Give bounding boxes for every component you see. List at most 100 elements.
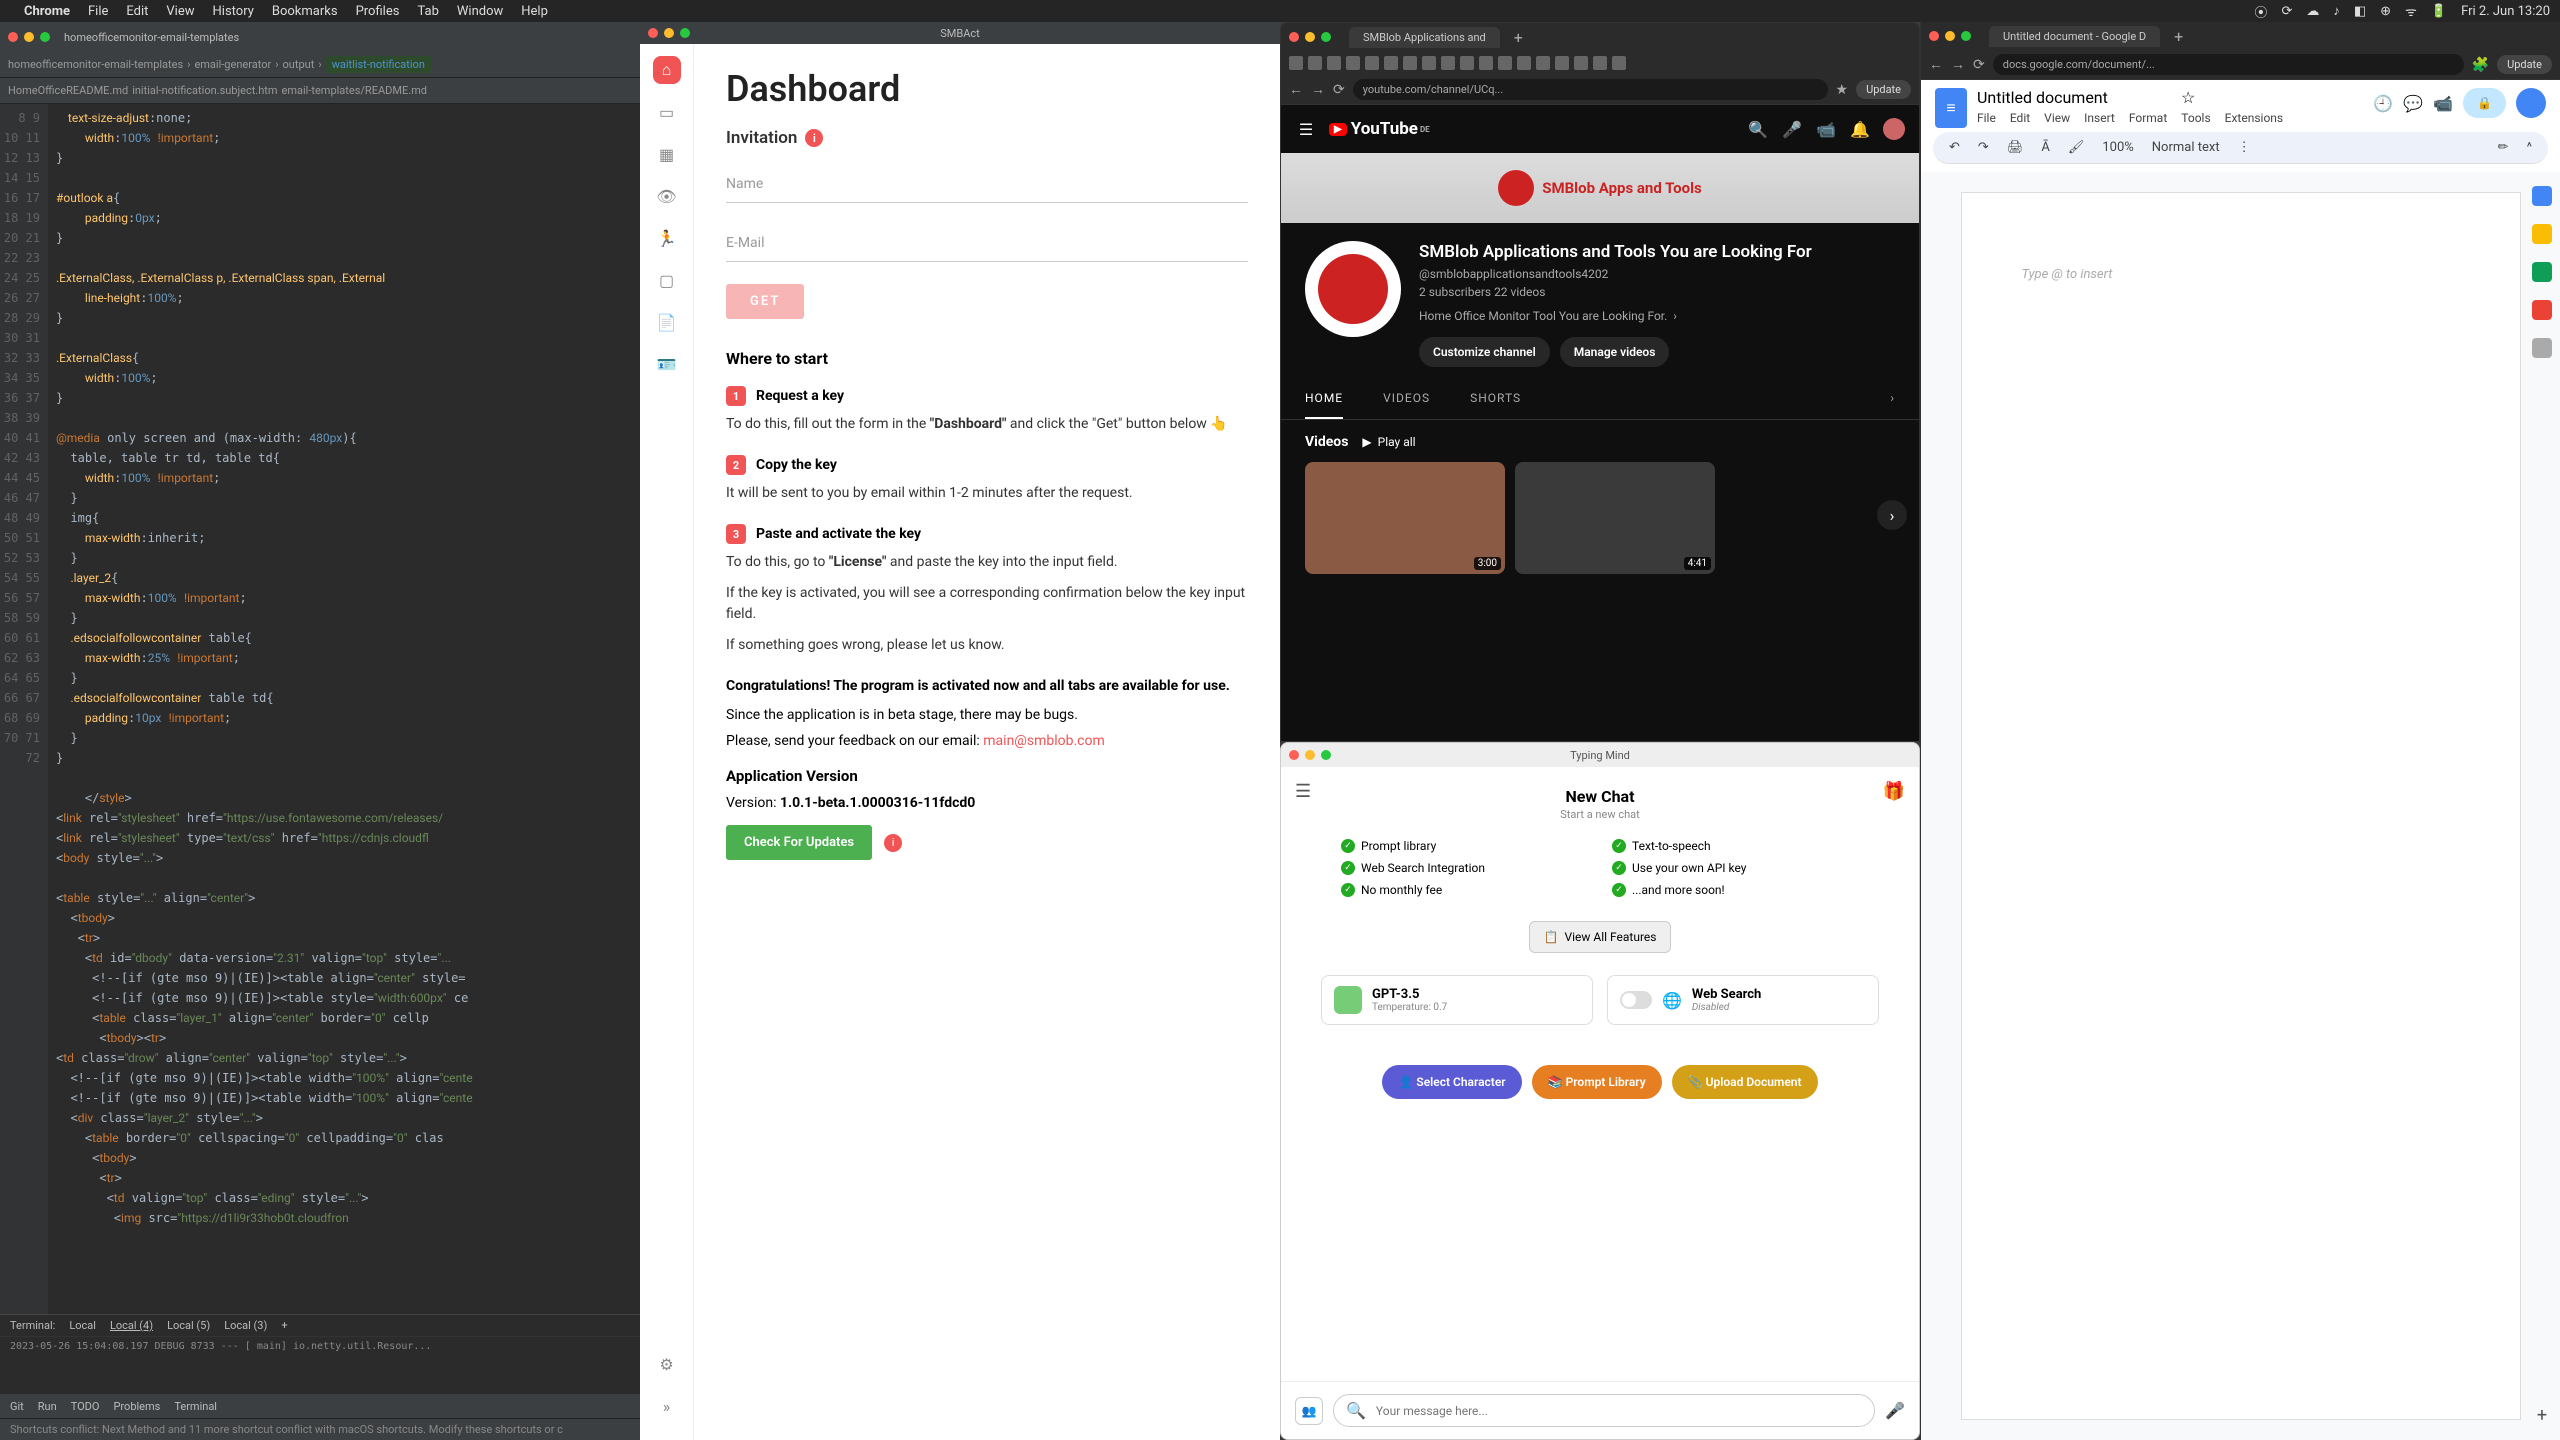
contacts-icon[interactable] xyxy=(2532,300,2552,320)
avatar-icon[interactable] xyxy=(1883,118,1905,140)
code-editor[interactable]: 8 9 10 11 12 13 14 15 16 17 18 19 20 21 … xyxy=(0,104,640,1314)
notifications-icon[interactable]: 🔔 xyxy=(1849,118,1871,140)
customize-channel-button[interactable]: Customize channel xyxy=(1419,337,1550,367)
close-icon[interactable] xyxy=(1289,32,1299,42)
document-page[interactable]: Type @ to insert xyxy=(1961,192,2521,1420)
mic-icon[interactable]: 🎤 xyxy=(1885,1401,1905,1420)
menu-file[interactable]: File xyxy=(88,4,108,19)
menu-history[interactable]: History xyxy=(213,4,254,19)
forward-icon[interactable]: → xyxy=(1311,81,1325,98)
keep-icon[interactable] xyxy=(2532,224,2552,244)
back-icon[interactable]: ← xyxy=(1289,81,1303,98)
terminal-tab[interactable]: Local (3) xyxy=(224,1319,267,1332)
reload-icon[interactable]: ⟳ xyxy=(1973,57,1985,73)
sidebar-item-icon[interactable]: 🏃 xyxy=(653,224,681,252)
breadcrumb-item[interactable]: waitlist-notification xyxy=(326,56,431,73)
status-terminal[interactable]: Terminal xyxy=(174,1400,217,1413)
tab-videos[interactable]: VIDEOS xyxy=(1383,379,1430,419)
style-select[interactable]: Normal text xyxy=(2148,138,2224,157)
mic-icon[interactable]: 🎤 xyxy=(1781,118,1803,140)
menu-edit[interactable]: Edit xyxy=(126,4,148,19)
file-tab[interactable]: email-templates/README.md xyxy=(282,84,427,97)
status-icon[interactable]: ⊕ xyxy=(2380,4,2391,19)
back-icon[interactable]: ← xyxy=(1929,56,1943,73)
print-icon[interactable]: 🖨 xyxy=(2003,138,2028,157)
upload-document-button[interactable]: 📎 Upload Document xyxy=(1672,1065,1818,1099)
system-prompt-button[interactable]: 👥 xyxy=(1295,1397,1323,1425)
tab-home[interactable]: HOME xyxy=(1305,379,1343,419)
paint-icon[interactable]: 🖌 xyxy=(2064,138,2089,157)
reload-icon[interactable]: ⟳ xyxy=(1333,82,1345,98)
model-card[interactable]: GPT-3.5Temperature: 0.7 xyxy=(1321,975,1593,1025)
terminal-tab[interactable]: Local xyxy=(69,1319,96,1332)
minimize-icon[interactable] xyxy=(1305,32,1315,42)
zoom-select[interactable]: 100% xyxy=(2098,138,2137,157)
menu-view[interactable]: View xyxy=(166,4,194,19)
account-avatar[interactable] xyxy=(2516,88,2546,118)
close-icon[interactable] xyxy=(1289,750,1299,760)
tab-more-icon[interactable]: › xyxy=(1890,379,1895,419)
menu-help[interactable]: Help xyxy=(521,4,548,19)
forward-icon[interactable]: → xyxy=(1951,56,1965,73)
browser-tab[interactable]: Untitled document - Google D xyxy=(1989,26,2160,47)
comment-icon[interactable]: 💬 xyxy=(2403,94,2423,113)
app-name[interactable]: Chrome xyxy=(24,4,70,19)
maximize-icon[interactable] xyxy=(1321,32,1331,42)
editing-mode-icon[interactable]: ✏ xyxy=(2494,138,2513,157)
menu-tab[interactable]: Tab xyxy=(417,4,438,19)
terminal-tab[interactable]: Local (4) xyxy=(110,1319,153,1332)
minimize-icon[interactable] xyxy=(664,28,674,38)
select-character-button[interactable]: 👤 Select Character xyxy=(1382,1065,1521,1099)
create-icon[interactable]: 📹 xyxy=(1815,118,1837,140)
feedback-email-link[interactable]: main@smblob.com xyxy=(983,733,1105,749)
menu-extensions[interactable]: Extensions xyxy=(2225,111,2283,125)
status-icon[interactable]: ◧ xyxy=(2354,4,2366,19)
status-problems[interactable]: Problems xyxy=(113,1400,160,1413)
tab-shorts[interactable]: SHORTS xyxy=(1470,379,1521,419)
check-updates-button[interactable]: Check For Updates xyxy=(726,825,872,860)
spellcheck-icon[interactable]: Ā xyxy=(2037,138,2053,157)
breadcrumb-item[interactable]: output xyxy=(283,58,315,71)
email-input[interactable] xyxy=(726,225,1248,262)
menu-edit[interactable]: Edit xyxy=(2010,111,2030,125)
tasks-icon[interactable] xyxy=(2532,262,2552,282)
hamburger-icon[interactable]: ☰ xyxy=(1295,118,1317,140)
sidebar-expand-icon[interactable]: » xyxy=(653,1392,681,1420)
close-icon[interactable] xyxy=(648,28,658,38)
menu-file[interactable]: File xyxy=(1977,111,1996,125)
prompt-library-button[interactable]: 📚 Prompt Library xyxy=(1532,1065,1662,1099)
channel-avatar[interactable] xyxy=(1305,241,1401,337)
new-tab-icon[interactable]: + xyxy=(2174,27,2183,46)
meet-icon[interactable]: 📹 xyxy=(2433,94,2453,113)
sidebar-item-icon[interactable]: 👁 xyxy=(653,182,681,210)
redo-icon[interactable]: ↷ xyxy=(1974,138,1993,157)
youtube-logo[interactable]: ▶YouTubeDE xyxy=(1329,119,1430,139)
next-icon[interactable]: › xyxy=(1877,500,1907,530)
minimize-icon[interactable] xyxy=(1945,31,1955,41)
sidebar-item-icon[interactable]: 📄 xyxy=(653,308,681,336)
update-button[interactable]: Update xyxy=(1856,80,1911,99)
calendar-icon[interactable] xyxy=(2532,186,2552,206)
new-tab-icon[interactable]: + xyxy=(1514,28,1523,47)
name-input[interactable] xyxy=(726,166,1248,203)
maximize-icon[interactable] xyxy=(680,28,690,38)
search-icon[interactable]: 🔍 xyxy=(1747,118,1769,140)
menu-format[interactable]: Format xyxy=(2129,111,2167,125)
manage-videos-button[interactable]: Manage videos xyxy=(1560,337,1670,367)
menu-tools[interactable]: Tools xyxy=(2181,111,2210,125)
hamburger-icon[interactable]: ☰ xyxy=(1295,781,1311,802)
share-button[interactable]: 🔒 xyxy=(2463,88,2506,118)
update-button[interactable]: Update xyxy=(2497,55,2552,74)
sidebar-settings-icon[interactable]: ⚙ xyxy=(653,1350,681,1378)
get-button[interactable]: GET xyxy=(726,284,804,319)
undo-icon[interactable]: ↶ xyxy=(1945,138,1964,157)
status-icon[interactable]: ⟳ xyxy=(2281,4,2292,19)
status-icon[interactable]: ☁ xyxy=(2306,4,2319,19)
add-icon[interactable]: + xyxy=(2537,1405,2547,1426)
file-tab[interactable]: HomeOfficeREADME.md xyxy=(8,84,128,97)
ide-project-tab[interactable]: homeofficemonitor-email-templates xyxy=(0,22,640,52)
menu-view[interactable]: View xyxy=(2044,111,2070,125)
video-thumbnail[interactable]: 3:00 xyxy=(1305,462,1505,574)
breadcrumb-item[interactable]: homeofficemonitor-email-templates xyxy=(8,58,183,71)
status-run[interactable]: Run xyxy=(38,1400,57,1413)
